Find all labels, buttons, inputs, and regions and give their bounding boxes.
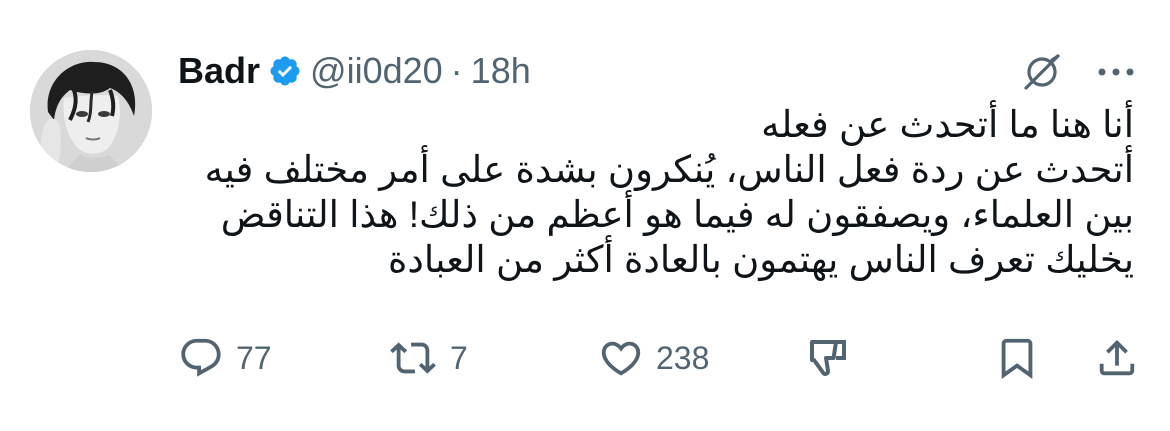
reply-button[interactable]: 77 — [178, 330, 272, 386]
like-count: 238 — [656, 339, 710, 376]
author-handle[interactable]: @ii0d20 — [310, 50, 443, 92]
avatar-image — [30, 50, 152, 172]
retweet-count: 7 — [450, 339, 468, 376]
tweet-header: Badr @ii0d20 · 18h — [178, 46, 531, 96]
share-button[interactable] — [1094, 330, 1140, 386]
bookmark-button[interactable] — [994, 330, 1040, 386]
more-icon[interactable] — [1092, 48, 1140, 96]
tweet[interactable]: Badr @ii0d20 · 18h أنا هنا ما أتحدث عن ف… — [0, 0, 1170, 431]
dislike-button[interactable] — [806, 330, 854, 386]
verified-badge-icon[interactable] — [268, 54, 302, 88]
reply-count: 77 — [236, 339, 272, 376]
reply-icon — [181, 338, 221, 377]
tweet-text: أنا هنا ما أتحدث عن فعله أتحدث عن ردة فع… — [178, 102, 1134, 282]
dislike-icon — [810, 340, 846, 376]
grok-icon[interactable] — [1018, 48, 1066, 96]
action-bar: 77 7 238 — [178, 330, 1140, 386]
like-icon — [601, 341, 641, 376]
separator-dot: · — [450, 50, 463, 91]
avatar[interactable] — [30, 50, 152, 172]
like-button[interactable]: 238 — [598, 330, 709, 386]
tweet-line: أنا هنا ما أتحدث عن فعله — [761, 104, 1134, 145]
retweet-button[interactable]: 7 — [388, 330, 468, 386]
share-icon — [1099, 339, 1135, 376]
timestamp[interactable]: 18h — [471, 50, 531, 92]
top-icons — [1018, 48, 1140, 96]
retweet-icon — [390, 342, 436, 374]
bookmark-icon — [1001, 338, 1033, 379]
tweet-line: أتحدث عن ردة فعل الناس، يُنكرون بشدة على… — [204, 149, 1134, 280]
author-name[interactable]: Badr — [178, 50, 260, 92]
